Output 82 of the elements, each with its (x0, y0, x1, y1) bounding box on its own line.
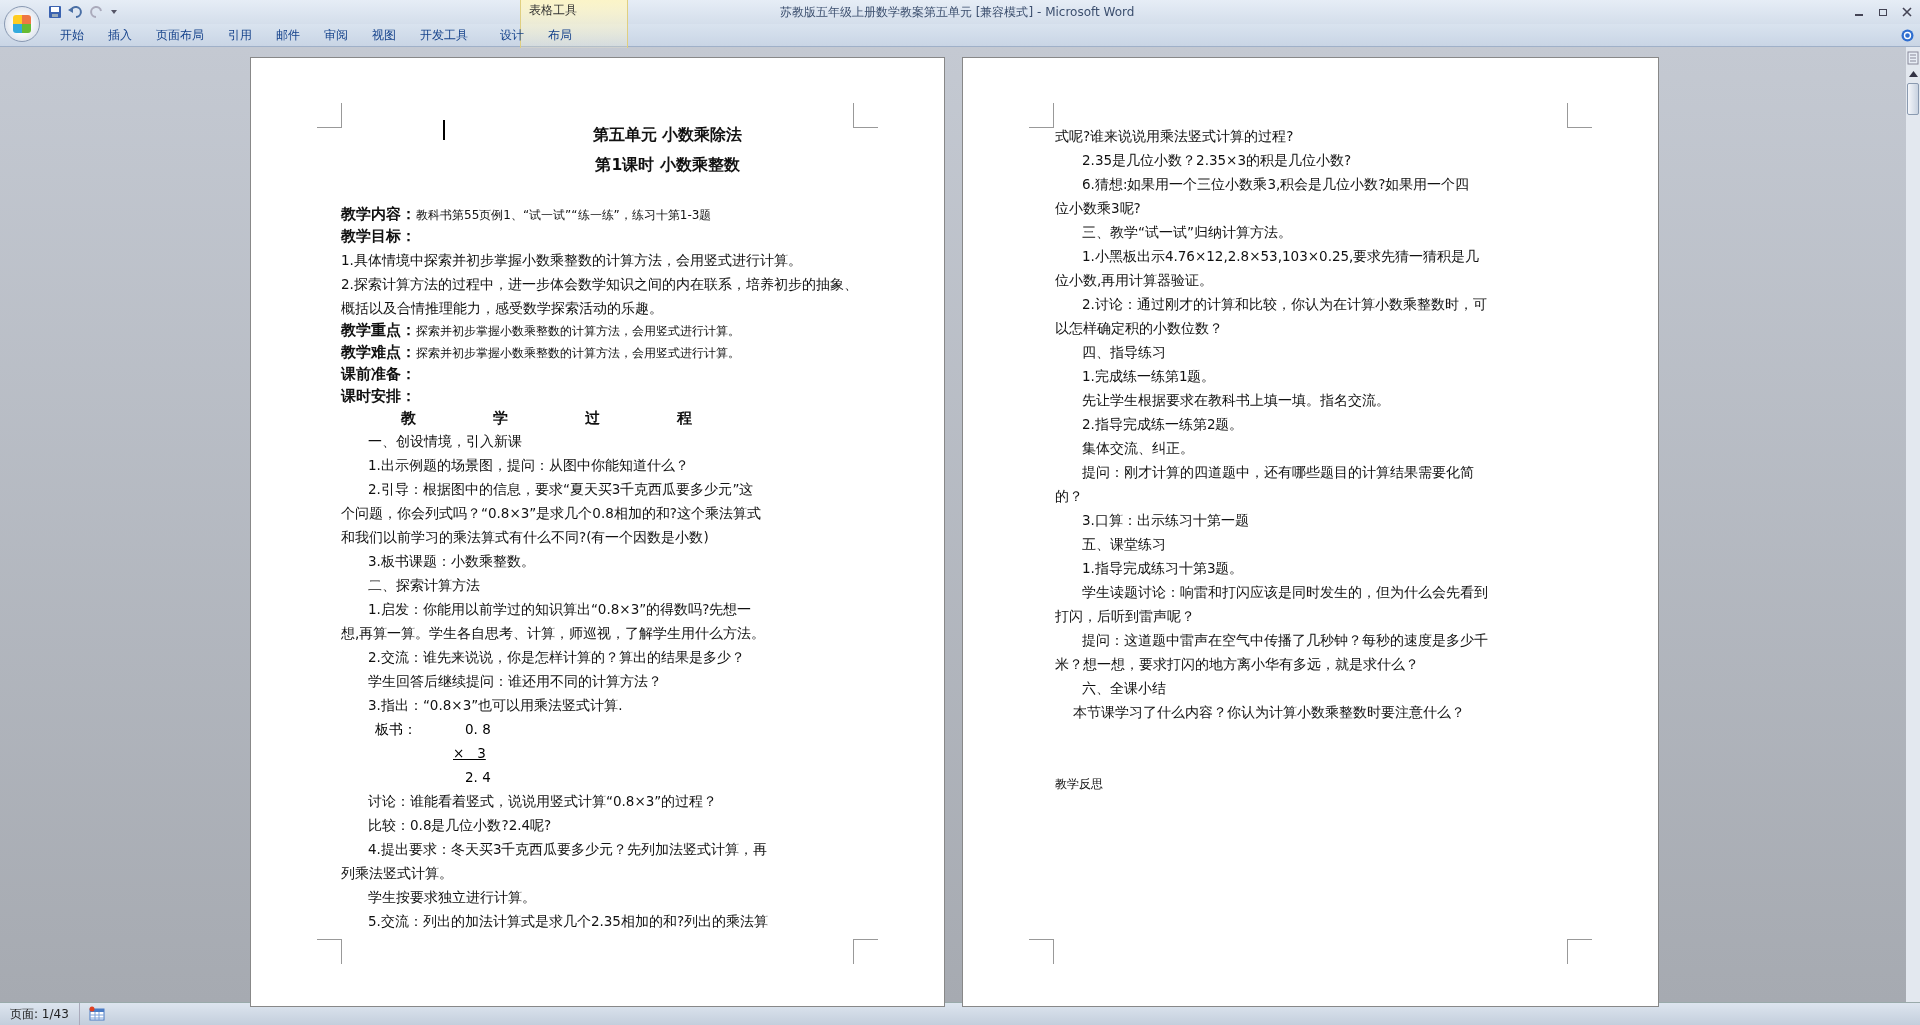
paragraph: 2.35是几位小数？2.35×3的积是几位小数? (1081, 151, 1352, 170)
paragraph: 三、教学“试一试”归纳计算方法。 (1081, 223, 1292, 242)
field-line: 课前准备： (341, 364, 416, 385)
crop-mark (1029, 939, 1054, 964)
restore-icon[interactable] (1878, 7, 1888, 17)
field-line: 教学难点：探索并初步掌握小数乘整数的计算方法，会用竖式进行计算。 (341, 342, 740, 363)
ribbon-tab[interactable]: 审阅 (312, 24, 360, 46)
paragraph: 本节课学习了什么内容？你认为计算小数乘整数时要注意什么？ (1072, 703, 1465, 722)
vertical-scrollbar[interactable] (1906, 47, 1920, 1002)
crop-mark (1567, 103, 1592, 128)
paragraph: 一、创设情境，引入新课 (367, 432, 522, 451)
ribbon-tab[interactable]: 开始 (48, 24, 96, 46)
field-line: 课时安排： (341, 386, 416, 407)
scroll-up-icon[interactable] (1908, 71, 1918, 77)
page-counter[interactable]: 页面: 1/43 (0, 1003, 80, 1025)
paragraph: 2.交流：谁先来说说，你是怎样计算的？算出的结果是多少？ (367, 648, 745, 667)
field-line: 教学重点：探索并初步掌握小数乘整数的计算方法，会用竖式进行计算。 (341, 320, 740, 341)
save-icon[interactable] (48, 5, 62, 19)
office-button[interactable] (4, 6, 40, 42)
paragraph: 集体交流、纠正。 (1081, 439, 1194, 458)
close-icon[interactable] (1902, 7, 1912, 17)
paragraph: 2.讨论：通过刚才的计算和比较，你认为在计算小数乘整数时，可 以怎样确定积的小数位数？ (1055, 295, 1487, 338)
paragraph: 先让学生根据要求在教科书上填一填。指名交流。 (1081, 391, 1390, 410)
dropdown-icon[interactable] (110, 8, 118, 16)
paragraph: 学生按要求独立进行计算。 (367, 888, 536, 907)
ribbon-tab[interactable]: 视图 (360, 24, 408, 46)
contextual-group-label: 表格工具 (528, 2, 578, 19)
ribbon-tab[interactable]: 引用 (216, 24, 264, 46)
text-cursor (443, 120, 445, 140)
paragraph: 3.口算：出示练习十第一题 (1081, 511, 1249, 530)
scroll-thumb[interactable] (1907, 83, 1919, 115)
paragraph: 3.板书课题：小数乘整数。 (367, 552, 535, 571)
paragraph: 六、全课小结 (1081, 679, 1166, 698)
board-label: 板书： (375, 720, 418, 739)
help-icon[interactable] (1901, 28, 1914, 42)
ribbon-tab[interactable]: 邮件 (264, 24, 312, 46)
paragraph: 2.探索计算方法的过程中，进一步体会数学知识之间的内在联系，培养初步的抽象、 概括以及合情推理能力，感受数学探索活动的乐趣。 (341, 275, 858, 318)
paragraph: 1.小黑板出示4.76×12,2.8×53,103×0.25,要求先猜一猜积是几 位小数,再用计算器验证。 (1055, 247, 1480, 290)
undo-icon[interactable] (68, 5, 84, 19)
window-title: 苏教版五年级上册数学教案第五单元 [兼容模式] - Microsoft Word (780, 3, 1135, 21)
paragraph: 提问：刚才计算的四道题中，还有哪些题目的计算结果需要化简 的？ (1055, 463, 1474, 506)
document-heading: 第1课时 小数乘整数 (595, 155, 740, 176)
paragraph: 1.具体情境中探索并初步掌握小数乘整数的计算方法，会用竖式进行计算。 (341, 251, 802, 270)
ribbon-tab[interactable]: 插入 (96, 24, 144, 46)
paragraph: 式呢?谁来说说用乘法竖式计算的过程? (1055, 127, 1294, 146)
paragraph: 比较：0.8是几位小数?2.4呢? (367, 816, 552, 835)
field-line: 教学目标： (341, 226, 416, 247)
calculation-row-text: × 3 (452, 744, 487, 763)
ribbon-tab[interactable]: 页面布局 (144, 24, 216, 46)
paragraph: 学生读题讨论：响雷和打闪应该是同时发生的，但为什么会先看到 打闪，后听到雷声呢？ (1055, 583, 1488, 626)
paragraph: 3.指出：“0.8×3”也可以用乘法竖式计算. (367, 696, 623, 715)
crop-mark (317, 103, 342, 128)
table-icon[interactable] (87, 1006, 106, 1022)
crop-mark (1567, 939, 1592, 964)
paragraph: 五、课堂练习 (1081, 535, 1166, 554)
document-heading: 第五单元 小数乘除法 (592, 125, 743, 146)
crop-mark (317, 939, 342, 964)
paragraph: 提问：这道题中雷声在空气中传播了几秒钟？每秒的速度是多少千 米？想一想，要求打闪的地方离小华有多远，就是求什么？ (1055, 631, 1488, 674)
paragraph: 讨论：谁能看着竖式，说说用竖式计算“0.8×3”的过程？ (367, 792, 718, 811)
paragraph: 1.指导完成练习十第3题。 (1081, 559, 1244, 578)
paragraph: 1.启发：你能用以前学过的知识算出“0.8×3”的得数吗?先想一 想,再算一算。学生各自思考、计算，师巡视，了解学生用什么方法。 (341, 600, 766, 643)
crop-mark (1029, 103, 1054, 128)
paragraph: 2.指导完成练一练第2题。 (1081, 415, 1244, 434)
ribbon-tab[interactable]: 布局 (536, 24, 584, 46)
paragraph: 教学反思 (1055, 776, 1103, 793)
paragraph: 四、指导练习 (1081, 343, 1166, 362)
paragraph: 6.猜想:如果用一个三位小数乘3,积会是几位小数?如果用一个四 位小数乘3呢? (1055, 175, 1470, 218)
ribbon-tab[interactable]: 设计 (488, 24, 536, 46)
paragraph: 教 学 过 程 (401, 409, 693, 428)
paragraph: 1.出示例题的场景图，提问：从图中你能知道什么？ (367, 456, 689, 475)
crop-mark (853, 103, 878, 128)
field-line: 教学内容：教科书第55页例1、“试一试”“练一练”，练习十第1-3题 (341, 204, 712, 225)
paragraph: 5.交流：列出的加法计算式是求几个2.35相加的和?列出的乘法算 (367, 912, 769, 931)
paragraph: 1.完成练一练第1题。 (1081, 367, 1216, 386)
ribbon-tab[interactable]: 开发工具 (408, 24, 480, 46)
paragraph: 二、探索计算方法 (367, 576, 480, 595)
paragraph: 学生回答后继续提问：谁还用不同的计算方法？ (367, 672, 662, 691)
calculation-row-text: 0. 8 (464, 720, 491, 739)
paragraph: 4.提出要求：冬天买3千克西瓜要多少元？先列加法竖式计算，再 列乘法竖式计算。 (341, 840, 768, 883)
paragraph: 2.引导：根据图中的信息，要求“夏天买3千克西瓜要多少元”这 个问题，你会列式吗？“0.8×3”是求几个0.8相加的和?这个乘法算式 和我们以前学习的乘法算式有什么不同?(有一个因数是小数) (341, 480, 761, 547)
crop-mark (853, 939, 878, 964)
calculation-row-text: 2. 4 (464, 768, 491, 787)
